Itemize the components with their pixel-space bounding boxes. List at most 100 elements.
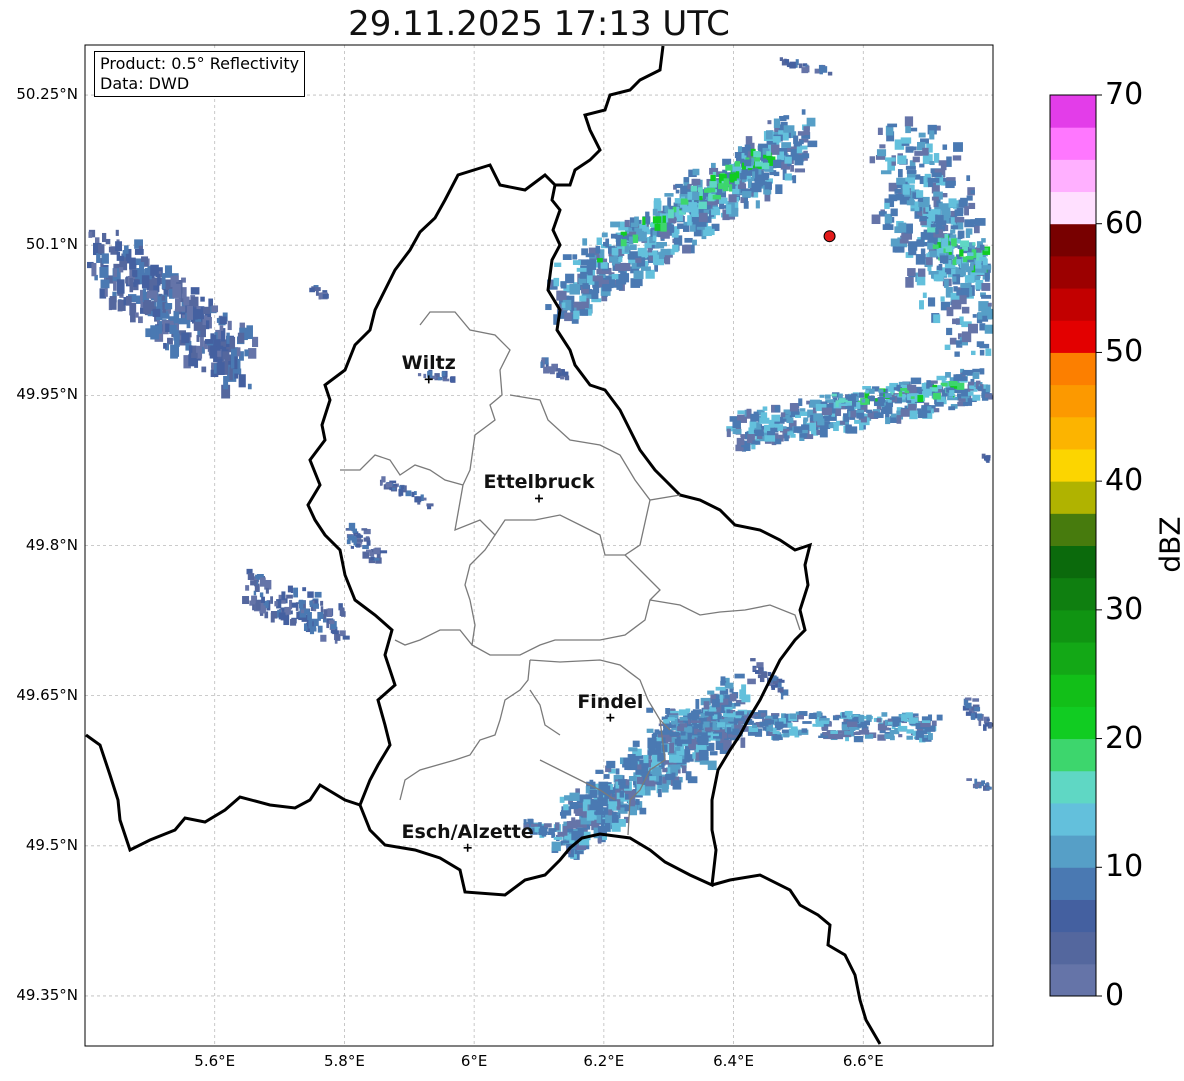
echo-cell	[165, 323, 170, 333]
echo-cell	[801, 109, 806, 115]
echo-cell	[751, 444, 756, 450]
echo-cell	[970, 713, 976, 720]
echo-cell	[724, 717, 734, 722]
echo-cell	[682, 244, 691, 254]
echo-cell	[237, 332, 245, 343]
map-frame	[84, 44, 994, 1047]
colorbar-swatch	[1050, 127, 1096, 160]
echo-cell	[117, 300, 123, 312]
echo-cell	[209, 346, 218, 359]
city-label: Wiltz	[401, 352, 456, 375]
echo-cell	[691, 178, 701, 185]
echo-cell	[565, 273, 575, 284]
echo-cell	[954, 351, 960, 357]
echo-cell	[897, 725, 908, 732]
echo-cell	[560, 840, 570, 844]
echo-cell	[780, 412, 786, 418]
echo-cell	[204, 339, 214, 344]
echo-cell	[728, 184, 733, 192]
echo-cell	[556, 368, 561, 372]
echo-cell	[99, 266, 109, 278]
echo-cell	[958, 398, 966, 402]
echo-cell	[161, 295, 166, 301]
echo-cell	[945, 372, 951, 378]
echo-cell	[934, 401, 944, 407]
echo-cell	[602, 232, 608, 238]
echo-cell	[320, 600, 324, 606]
echo-cell	[764, 719, 774, 724]
echo-cell	[153, 328, 157, 338]
colorbar-tick-label: 0	[1105, 978, 1125, 1013]
echo-cell	[290, 619, 297, 626]
echo-cell	[755, 429, 764, 437]
echo-cell	[236, 347, 241, 357]
echo-cell	[873, 412, 884, 419]
echo-cell	[423, 497, 427, 501]
echo-cell	[965, 711, 972, 716]
echo-cell	[426, 503, 434, 507]
echo-cell	[876, 149, 887, 157]
latitude-tick-label: 50.25°N	[16, 85, 78, 104]
echo-cell	[904, 390, 910, 394]
echo-cell	[559, 832, 565, 837]
colorbar-swatch	[1050, 223, 1096, 257]
colorbar-swatch	[1050, 835, 1096, 868]
echo-cell	[540, 361, 543, 369]
echo-cell	[247, 573, 255, 580]
echo-cell	[922, 292, 927, 299]
echo-cell	[347, 535, 355, 541]
echo-cell	[915, 731, 924, 738]
colorbar-tick-label: 60	[1105, 205, 1144, 241]
echo-cell	[960, 240, 969, 248]
echo-cell	[877, 127, 883, 135]
echo-cell	[709, 751, 718, 756]
echo-cell	[150, 264, 159, 276]
echo-cell	[255, 603, 261, 611]
echo-cell	[645, 784, 651, 796]
echo-cell	[664, 205, 669, 213]
echo-cell	[750, 658, 756, 662]
echo-cell	[961, 389, 968, 397]
echo-cell	[979, 349, 985, 356]
echo-cell	[579, 295, 587, 302]
echo-cell	[281, 591, 286, 601]
echo-cell	[386, 482, 393, 488]
echo-cell	[824, 394, 831, 399]
echo-cell	[939, 255, 949, 264]
echo-cell	[885, 401, 894, 408]
echo-cell	[703, 721, 710, 728]
echo-cell	[186, 305, 193, 320]
echo-cell	[172, 283, 182, 298]
echo-cell	[571, 831, 580, 841]
echo-cell	[145, 328, 151, 338]
colorbar-swatch	[1050, 867, 1096, 900]
echo-cell	[726, 428, 731, 438]
echo-cell	[308, 619, 313, 629]
echo-cell	[597, 838, 602, 844]
echo-cell	[923, 388, 932, 396]
echo-cell	[981, 282, 991, 291]
colorbar-swatch	[1050, 577, 1096, 611]
echo-cell	[807, 140, 818, 148]
echo-cell	[302, 587, 307, 592]
echo-cell	[928, 236, 934, 242]
echo-cell	[774, 405, 781, 413]
echo-cell	[314, 591, 322, 598]
echo-cell	[930, 223, 936, 228]
echo-cell	[543, 823, 552, 828]
echo-cell	[725, 682, 734, 689]
radar-map	[84, 44, 1102, 1047]
echo-cell	[907, 268, 916, 277]
colorbar-swatch	[1050, 352, 1096, 386]
city-label: Ettelbruck	[483, 471, 595, 494]
echo-cell	[226, 332, 230, 344]
echo-cell	[920, 221, 927, 226]
echo-cell	[130, 314, 136, 323]
echo-cell	[645, 269, 655, 279]
colorbar-swatch	[1050, 770, 1096, 804]
echo-cell	[553, 836, 563, 840]
echo-cell	[677, 223, 685, 229]
echo-cell	[942, 204, 946, 209]
echo-cell	[595, 245, 601, 254]
echo-cell	[919, 300, 924, 310]
